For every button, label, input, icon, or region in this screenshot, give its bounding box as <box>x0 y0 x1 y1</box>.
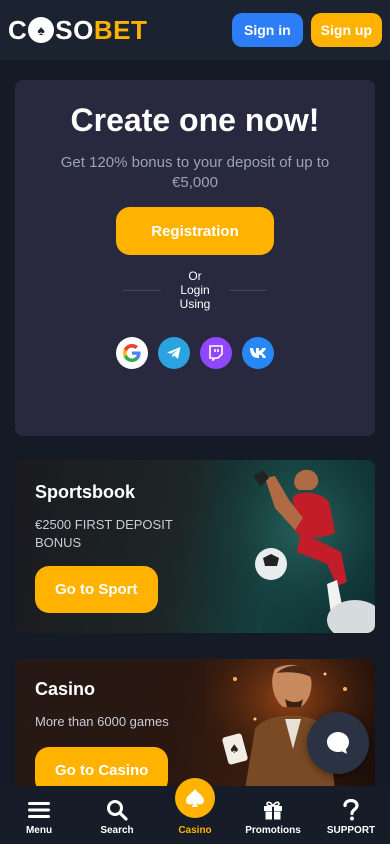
nav-casino[interactable]: Casino <box>156 778 234 844</box>
search-icon <box>106 799 128 821</box>
twitch-icon[interactable] <box>200 337 232 369</box>
telegram-icon[interactable] <box>158 337 190 369</box>
nav-promotions[interactable]: Promotions <box>234 786 312 844</box>
create-account-card: Create one now! Get 120% bonus to your d… <box>15 80 375 436</box>
casino-spade-icon <box>175 778 215 818</box>
go-to-casino-button[interactable]: Go to Casino <box>35 747 169 789</box>
sportsbook-bonus-text: €2500 FIRST DEPOSIT BONUS <box>35 517 173 550</box>
chat-support-button[interactable] <box>307 712 369 774</box>
gift-icon <box>262 799 284 821</box>
soccer-player-illustration <box>205 460 375 633</box>
google-icon[interactable] <box>116 337 148 369</box>
nav-support[interactable]: SUPPORT <box>312 786 390 844</box>
logo-text-c: C <box>8 14 28 45</box>
or-login-using-text: Or Login Using <box>179 269 211 311</box>
nav-search-label: Search <box>100 825 134 836</box>
logo-text-bet: BET <box>93 14 148 45</box>
logo-text-so: SO <box>55 14 94 45</box>
nav-casino-label: Casino <box>178 825 212 836</box>
nav-menu-label: Menu <box>25 825 53 836</box>
sportsbook-promo-card[interactable]: Sportsbook €2500 FIRST DEPOSIT BONUS Go … <box>15 460 375 633</box>
nav-menu[interactable]: Menu <box>0 786 78 844</box>
nav-search[interactable]: Search <box>78 786 156 844</box>
casobet-logo[interactable]: C ♠ SO BET <box>8 15 147 46</box>
divider-line-left <box>123 289 161 291</box>
svg-text:♠: ♠ <box>229 742 240 756</box>
hamburger-menu-icon <box>28 799 50 821</box>
sign-in-button[interactable]: Sign in <box>232 13 303 47</box>
vk-icon[interactable] <box>242 337 274 369</box>
sportsbook-title: Sportsbook <box>35 482 136 502</box>
sign-up-button[interactable]: Sign up <box>310 13 382 47</box>
go-to-sport-button[interactable]: Go to Sport <box>35 566 158 613</box>
bonus-subtitle: Get 120% bonus to your deposit of up to … <box>60 154 330 191</box>
spade-logo-icon: ♠ <box>28 17 55 43</box>
header: C ♠ SO BET Sign in Sign up <box>0 0 390 60</box>
divider-line-right <box>229 289 267 291</box>
social-login-row <box>15 337 375 369</box>
bottom-navigation: Menu Search Casino Promotions SUPPORT <box>0 778 390 844</box>
create-title: Create one now! <box>70 102 320 138</box>
registration-button[interactable]: Registration <box>116 207 274 255</box>
casino-games-count-text: More than 6000 games <box>35 714 169 729</box>
question-mark-icon <box>343 799 359 821</box>
nav-support-label: SUPPORT <box>326 825 376 836</box>
casino-title: Casino <box>35 679 96 699</box>
chat-bubble-icon <box>327 732 349 754</box>
nav-promotions-label: Promotions <box>245 825 301 836</box>
or-divider: Or Login Using <box>15 269 375 311</box>
